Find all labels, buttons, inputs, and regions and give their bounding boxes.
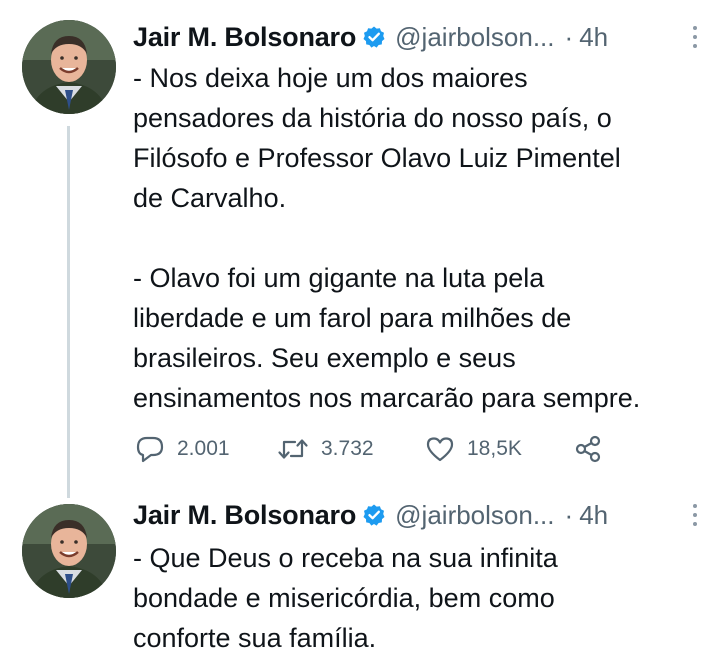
text-line: Filósofo e Professor Olavo Luiz Pimentel <box>133 143 621 173</box>
text-line: conforte sua família. <box>133 623 377 653</box>
tweet-paragraph: - Que Deus o receba na sua infinita bond… <box>133 538 703 656</box>
text-line: ensinamentos nos marcarão para sempre. <box>133 383 641 413</box>
like-button[interactable]: 18,5K <box>425 429 522 469</box>
tweet[interactable]: Jair M. Bolsonaro @jairbolson... · 4h - … <box>0 490 720 656</box>
display-name[interactable]: Jair M. Bolsonaro <box>133 22 356 53</box>
tweet-paragraph: - Olavo foi um gigante na luta pela libe… <box>133 258 703 418</box>
avatar[interactable] <box>22 20 116 114</box>
retweet-count: 3.732 <box>321 437 374 460</box>
separator-dot: · <box>564 21 574 52</box>
more-icon[interactable] <box>688 23 702 51</box>
share-button[interactable] <box>573 429 603 469</box>
text-line: - Olavo foi um gigante na luta pela <box>133 263 545 293</box>
text-line: pensadores da história do nosso país, o <box>133 103 612 133</box>
avatar[interactable] <box>22 504 116 598</box>
display-name[interactable]: Jair M. Bolsonaro <box>133 500 356 531</box>
avatar-image <box>22 504 116 598</box>
text-line: bondade e misericórdia, bem como <box>133 583 555 613</box>
text-line: - Nos deixa hoje um dos maiores <box>133 63 528 93</box>
handle[interactable]: @jairbolson... <box>395 500 554 531</box>
timestamp[interactable]: 4h <box>579 500 608 531</box>
verified-badge-icon <box>362 25 386 49</box>
verified-badge-icon <box>362 503 386 527</box>
avatar-image <box>22 20 116 114</box>
like-count: 18,5K <box>467 437 522 460</box>
tweet-header: Jair M. Bolsonaro @jairbolson... · 4h <box>133 497 698 533</box>
text-line: liberdade e um farol para milhões de <box>133 303 572 333</box>
share-icon <box>573 434 603 464</box>
timestamp[interactable]: 4h <box>579 22 608 53</box>
reply-icon <box>135 435 165 463</box>
text-line: de Carvalho. <box>133 183 287 213</box>
separator-dot: · <box>564 499 574 530</box>
tweet[interactable]: Jair M. Bolsonaro @jairbolson... · 4h - … <box>0 0 720 490</box>
handle[interactable]: @jairbolson... <box>395 22 554 53</box>
more-icon[interactable] <box>688 501 702 529</box>
retweet-button[interactable]: 3.732 <box>277 429 374 469</box>
tweet-text: - Que Deus o receba na sua infinita bond… <box>133 538 703 656</box>
text-line: - Que Deus o receba na sua infinita <box>133 543 558 573</box>
like-icon <box>425 435 455 463</box>
tweet-actions: 2.001 3.732 18,5K <box>135 429 615 469</box>
retweet-icon <box>277 436 309 462</box>
text-line: brasileiros. Seu exemplo e seus <box>133 343 516 373</box>
tweet-text: - Nos deixa hoje um dos maiores pensador… <box>133 58 703 418</box>
reply-count: 2.001 <box>177 437 230 460</box>
tweet-paragraph: - Nos deixa hoje um dos maiores pensador… <box>133 58 703 218</box>
reply-button[interactable]: 2.001 <box>135 429 230 469</box>
tweet-header: Jair M. Bolsonaro @jairbolson... · 4h <box>133 19 698 55</box>
